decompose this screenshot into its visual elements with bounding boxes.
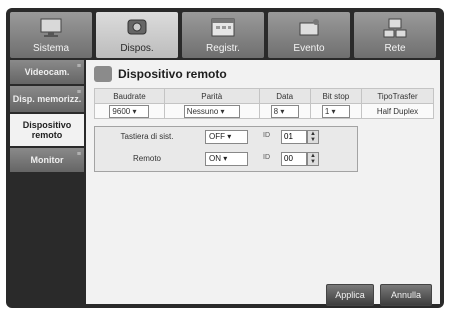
transfer-type-value: Half Duplex (360, 103, 435, 119)
page-title: Dispositivo remoto (118, 67, 227, 81)
data-bits-select[interactable]: 8 ▾ (270, 104, 299, 118)
expand-icon: ≡ (76, 89, 81, 96)
app-window: Sistema Dispos. Registr. Evento Rete Vid… (6, 8, 444, 308)
tab-rete[interactable]: Rete (354, 12, 436, 58)
sidebar-item-label: Dispositivo remoto (22, 120, 72, 140)
stop-bits-select[interactable]: 1 ▾ (321, 104, 350, 118)
parity-select[interactable]: Nessuno ▾ (183, 104, 240, 118)
tab-label: Dispos. (120, 43, 154, 54)
top-tab-bar: Sistema Dispos. Registr. Evento Rete (10, 12, 440, 58)
sidebar: Videocam. ≡ Disp. memorizz. ≡ Dispositiv… (10, 60, 84, 304)
expand-icon: ≡ (76, 151, 81, 158)
main-panel: Dispositivo remoto Baudrate Parità Data … (86, 60, 440, 306)
sidebar-item-videocam[interactable]: Videocam. ≡ (10, 60, 84, 84)
column-header: Baudrate (94, 88, 165, 104)
apply-button[interactable]: Applica (326, 284, 374, 306)
keyboard-select[interactable]: OFF ▾ (205, 130, 248, 144)
id-label: ID (263, 132, 270, 139)
sidebar-item-label: Monitor (30, 155, 64, 165)
monitor-icon (40, 18, 62, 37)
camera-icon (127, 19, 147, 35)
remote-device-icon (94, 66, 112, 82)
alarm-icon (299, 19, 319, 36)
sidebar-item-monitor[interactable]: Monitor ≡ (10, 148, 84, 172)
tab-label: Sistema (32, 43, 70, 54)
tab-registr[interactable]: Registr. (182, 12, 264, 58)
column-header: Parità (163, 88, 260, 104)
keyboard-row: Tastiera di sist. OFF ▾ ID 01 ▲ ▼ (95, 127, 357, 147)
remote-id-input[interactable]: 00 (281, 152, 307, 166)
tab-label: Evento (293, 43, 325, 54)
tab-dispos[interactable]: Dispos. (96, 12, 178, 58)
keyboard-id-input[interactable]: 01 (281, 130, 307, 144)
table-row: 9600 ▾ Nessuno ▾ 8 ▾ 1 ▾ Half Duplex (94, 103, 435, 119)
sidebar-item-disp-memorizz[interactable]: Disp. memorizz. ≡ (10, 86, 84, 112)
calendar-icon (211, 18, 235, 37)
remote-row: Remoto ON ▾ ID 00 ▲ ▼ (95, 149, 357, 169)
network-icon (383, 18, 407, 38)
serial-settings-table: Baudrate Parità Data Bit stop TipoTrasfe… (94, 88, 435, 119)
tab-sistema[interactable]: Sistema (10, 12, 92, 58)
remote-id-stepper[interactable]: ▲ ▼ (307, 152, 319, 166)
tab-evento[interactable]: Evento (268, 12, 350, 58)
column-header: TipoTrasfer (360, 88, 435, 104)
remote-control-box: Tastiera di sist. OFF ▾ ID 01 ▲ ▼ Remoto … (94, 126, 358, 172)
tab-label: Registr. (206, 43, 240, 54)
id-label: ID (263, 154, 270, 161)
sidebar-item-dispositivo-remoto[interactable]: Dispositivo remoto (10, 114, 84, 146)
tab-label: Rete (384, 43, 406, 54)
keyboard-label: Tastiera di sist. (120, 132, 174, 141)
sidebar-item-label: Videocam. (24, 67, 70, 77)
table-header-row: Baudrate Parità Data Bit stop TipoTrasfe… (94, 88, 435, 104)
expand-icon: ≡ (76, 63, 81, 70)
column-header: Bit stop (309, 88, 362, 104)
baudrate-select[interactable]: 9600 ▾ (109, 104, 150, 118)
keyboard-id-stepper[interactable]: ▲ ▼ (307, 130, 319, 144)
column-header: Data (258, 88, 311, 104)
remote-label: Remoto (132, 154, 161, 163)
sidebar-item-label: Disp. memorizz. (12, 94, 82, 104)
remote-select[interactable]: ON ▾ (205, 152, 248, 166)
cancel-button[interactable]: Annulla (380, 284, 432, 306)
